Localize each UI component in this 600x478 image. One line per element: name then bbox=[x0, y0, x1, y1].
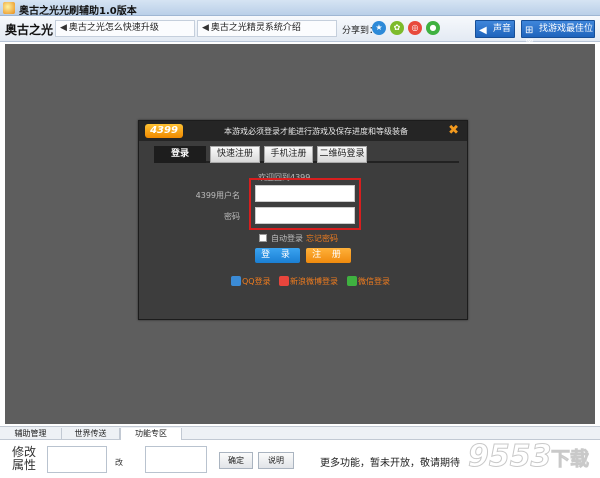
confirm-button[interactable]: 确定 bbox=[219, 452, 253, 469]
tab-world-teleport[interactable]: 世界传送 bbox=[62, 428, 120, 440]
weibo-icon bbox=[279, 276, 289, 286]
weibo-login-link[interactable]: 新浪微博登录 bbox=[279, 276, 338, 287]
login-button[interactable]: 登 录 bbox=[255, 248, 300, 263]
title-bar: 奥古之光光刷辅助1.0版本 bbox=[0, 0, 600, 17]
change-label: 改 bbox=[115, 458, 123, 467]
register-button[interactable]: 注 册 bbox=[306, 248, 351, 263]
auto-login-label: 自动登录 bbox=[271, 234, 303, 243]
login-dialog: 4399 本游戏必须登录才能进行游戏及保存进度和等级装备 ✖ 登录 快速注册 手… bbox=[138, 120, 468, 320]
wechat-login-link[interactable]: 微信登录 bbox=[347, 276, 390, 287]
close-icon[interactable]: ✖ bbox=[448, 123, 459, 138]
tab-login[interactable]: 登录 bbox=[154, 146, 206, 163]
tab-helper-manage[interactable]: 辅助管理 bbox=[0, 428, 62, 440]
value-input[interactable] bbox=[145, 446, 207, 473]
speaker-icon: ◀ bbox=[479, 25, 487, 36]
logo-4399: 4399 bbox=[145, 124, 183, 138]
auto-login-row: 自动登录 忘记密码 bbox=[259, 233, 338, 244]
speaker-icon: ◀ bbox=[60, 23, 67, 33]
app-icon bbox=[3, 2, 15, 14]
weibo-icon[interactable]: ◎ bbox=[408, 21, 422, 35]
watermark-logo: 9553 下载 bbox=[468, 439, 590, 475]
login-tabs: 登录 快速注册 手机注册 二维码登录 bbox=[154, 145, 459, 163]
dialog-header: 4399 本游戏必须登录才能进行游戏及保存进度和等级装备 ✖ bbox=[139, 121, 467, 141]
modify-attribute-label: 修改属性 bbox=[12, 445, 37, 472]
best-position-button[interactable]: ⊞找游戏最佳位置 bbox=[521, 20, 595, 50]
tab-qrcode-login[interactable]: 二维码登录 bbox=[317, 146, 367, 163]
watermark-text: 9553 bbox=[468, 439, 552, 474]
wechat-icon bbox=[347, 276, 357, 286]
forget-password-link[interactable]: 忘记密码 bbox=[306, 234, 338, 243]
window-title: 奥古之光光刷辅助1.0版本 bbox=[19, 6, 137, 17]
watermark-subtext: 下载 bbox=[551, 447, 589, 470]
more-features-text: 更多功能，暂未开放，敬请期待 bbox=[320, 458, 460, 469]
target-icon: ⊞ bbox=[525, 25, 534, 36]
dialog-notice: 本游戏必须登录才能进行游戏及保存进度和等级装备 bbox=[224, 127, 408, 136]
attribute-input[interactable] bbox=[47, 446, 107, 473]
qq-icon bbox=[231, 276, 241, 286]
qq-login-link[interactable]: QQ登录 bbox=[231, 276, 271, 287]
explain-button[interactable]: 说明 bbox=[258, 452, 294, 469]
link-spirit-system[interactable]: ◀ 奥古之光精灵系统介绍 bbox=[197, 20, 337, 37]
speaker-icon: ◀ bbox=[202, 23, 209, 33]
wechat-icon[interactable]: ● bbox=[426, 21, 440, 35]
link-label: 奥古之光怎么快速升级 bbox=[68, 23, 159, 33]
link-label: 奥古之光精灵系统介绍 bbox=[210, 23, 301, 33]
sound-button[interactable]: ◀ 声音 bbox=[475, 20, 515, 38]
username-label: 4399用户名 bbox=[195, 191, 240, 200]
toolbar: 奥古之光 ◀ 奥古之光怎么快速升级 ◀ 奥古之光精灵系统介绍 分享到： ★ ✿ ◎ … bbox=[0, 16, 600, 50]
auto-login-checkbox[interactable] bbox=[259, 234, 267, 242]
friend-icon[interactable]: ✿ bbox=[390, 21, 404, 35]
sound-label: 声音 bbox=[493, 24, 512, 34]
link-fast-level-up[interactable]: ◀ 奥古之光怎么快速升级 bbox=[55, 20, 195, 37]
wechat-login-label: 微信登录 bbox=[358, 277, 390, 286]
qq-login-label: QQ登录 bbox=[242, 277, 271, 286]
weibo-login-label: 新浪微博登录 bbox=[290, 277, 338, 286]
tab-quick-register[interactable]: 快速注册 bbox=[210, 146, 260, 163]
highlight-box bbox=[249, 178, 361, 230]
game-name-label: 奥古之光 bbox=[5, 23, 54, 37]
password-label: 密码 bbox=[224, 212, 240, 221]
qzone-icon[interactable]: ★ bbox=[372, 21, 386, 35]
tab-phone-register[interactable]: 手机注册 bbox=[264, 146, 313, 163]
